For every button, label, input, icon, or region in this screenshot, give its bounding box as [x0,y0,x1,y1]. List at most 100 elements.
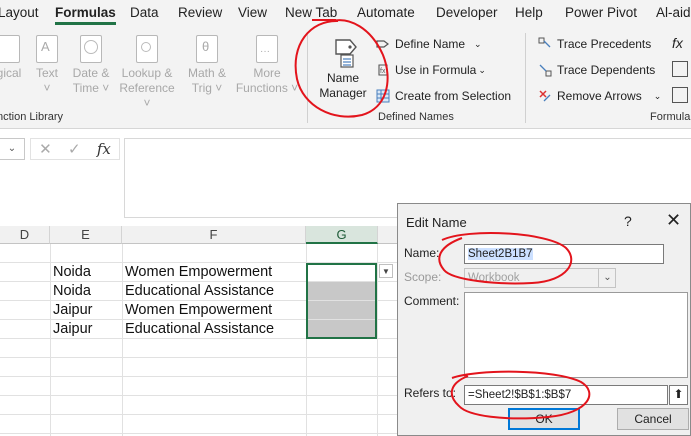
trace-precedents-button[interactable]: Trace Precedents [538,37,651,51]
create-from-selection-button[interactable]: Create from Selection [376,89,511,103]
selection-range[interactable] [306,263,377,339]
enter-check-icon[interactable]: ✓ [68,140,81,158]
show-formulas-icon[interactable]: fx [672,35,683,51]
logical-button[interactable]: gical [0,35,26,81]
ribbon-tab-bar: Layout Formulas Data Review View New Tab… [0,0,691,27]
use-in-formula-label: Use in Formula [395,63,477,77]
date-time-button[interactable]: Date & Time ˅ [68,35,114,96]
trace-precedents-label: Trace Precedents [557,37,652,51]
program-cell[interactable]: Women Empowerment [125,263,272,282]
clock-icon [80,35,102,63]
trace-dependents-label: Trace Dependents [557,63,656,77]
tab-developer[interactable]: Developer [436,5,498,20]
lookup-label: Lookup & [121,66,173,80]
group-separator [525,33,526,123]
math-trig-button[interactable]: θ Math & Trig ˅ [184,35,230,96]
triangle-down-icon: ▼ [382,267,390,276]
use-in-formula-button[interactable]: fx Use in Formula ⌄ [376,63,486,77]
column-header-g[interactable]: G [306,226,378,244]
city-cell[interactable]: Jaipur [53,301,93,320]
refers-to-value: =Sheet2!$B$1:$B$7 [468,389,572,401]
program-cell[interactable]: Women Empowerment [125,301,272,320]
more-functions-button[interactable]: ··· More Functions ˅ [234,35,300,96]
scope-label: Scope: [404,270,442,284]
date-time-label-2: Time ˅ [72,81,110,95]
tab-power-pivot[interactable]: Power Pivot [565,5,637,20]
column-header-d[interactable]: D [0,226,50,244]
error-checking-icon[interactable] [672,61,688,77]
scope-select[interactable]: Workbook [464,268,616,288]
theta-icon: θ [196,35,218,63]
more-functions-label-2: Functions ˅ [235,81,299,95]
chevron-down-icon[interactable]: ⌄ [478,65,486,76]
text-icon: A [36,35,58,63]
function-library-group-label: nction Library [0,111,64,123]
name-manager-button[interactable]: Name Manager [316,35,370,101]
city-cell[interactable]: Noida [53,282,91,301]
chevron-down-icon[interactable]: ⌄ [598,269,616,287]
tab-review[interactable]: Review [178,5,222,20]
formula-controls: ✕ ✓ fx [30,138,120,160]
city-cell[interactable]: Noida [53,263,91,282]
refers-to-label: Refers to: [404,386,457,400]
name-field[interactable]: Sheet2B1B7 [464,244,664,264]
name-box-dropdown[interactable]: ⌄ [0,138,25,160]
lookup-reference-button[interactable]: Lookup & Reference ˅ [116,35,178,111]
arrow-up-icon: ⬆ [673,387,684,401]
more-functions-icon: ··· [256,35,278,63]
chevron-down-icon[interactable]: ⌄ [654,91,662,102]
tab-help[interactable]: Help [515,5,543,20]
scope-select-value: Workbook [468,272,520,284]
chevron-down-icon[interactable]: ⌄ [474,39,482,50]
cancel-button[interactable]: Cancel [617,408,689,430]
cell-dropdown-button[interactable]: ▼ [379,264,393,278]
cancel-icon[interactable]: ✕ [39,140,52,158]
tab-view[interactable]: View [238,5,267,20]
math-trig-label: Math & [187,66,226,80]
define-name-label: Define Name [395,37,466,51]
text-label: Text [35,66,58,80]
tab-layout[interactable]: Layout [0,5,39,20]
text-button[interactable]: A Text ˅ [32,35,62,96]
trace-precedents-icon [538,37,552,51]
remove-arrows-button[interactable]: Remove Arrows ⌄ [538,89,661,103]
tab-formulas[interactable]: Formulas [55,5,116,25]
lookup-icon [136,35,158,63]
comment-textarea[interactable] [464,292,688,378]
trace-dependents-icon [538,63,552,77]
comment-label: Comment: [404,294,460,308]
define-name-button[interactable]: Define Name ⌄ [376,37,482,51]
ok-button[interactable]: OK [508,408,580,430]
math-trig-label-2: Trig ˅ [191,81,223,95]
date-time-label: Date & [72,66,110,80]
tab-new-tab[interactable]: New Tab [285,5,337,20]
tab-al-aid[interactable]: Al-aid [656,5,691,20]
chevron-down-icon: ⌄ [7,143,17,154]
program-cell[interactable]: Educational Assistance [125,282,274,301]
logical-label: gical [0,66,22,80]
name-field-value: Sheet2B1B7 [468,248,533,260]
create-from-selection-label: Create from Selection [395,89,512,103]
tab-automate[interactable]: Automate [357,5,415,20]
lookup-label-2: Reference ˅ [119,81,175,110]
insert-function-icon[interactable]: fx [97,140,111,158]
edit-name-dialog: Edit Name ? ✕ Name: Sheet2B1B7 Scope: Wo… [397,203,691,436]
svg-text:fx: fx [380,68,386,75]
tab-data[interactable]: Data [130,5,159,20]
more-functions-label: More [253,66,281,80]
name-label: Name: [404,246,440,260]
refers-to-input[interactable]: =Sheet2!$B$1:$B$7 [464,385,668,405]
column-header-e[interactable]: E [50,226,122,244]
collapse-dialog-button[interactable]: ⬆ [669,385,688,405]
program-cell[interactable]: Educational Assistance [125,320,274,339]
text-dropdown: ˅ [43,81,51,95]
evaluate-formula-icon[interactable] [672,87,688,103]
trace-dependents-button[interactable]: Trace Dependents [538,63,655,77]
column-header-f[interactable]: F [122,226,306,244]
city-cell[interactable]: Jaipur [53,320,93,339]
help-icon[interactable]: ? [624,213,632,229]
formula-auditing-group-label: Formula [650,111,691,123]
ribbon: gical A Text ˅ Date & Time ˅ Lookup & Re… [0,27,691,129]
close-icon[interactable]: ✕ [666,210,681,231]
name-manager-label-2: Manager [319,86,367,100]
